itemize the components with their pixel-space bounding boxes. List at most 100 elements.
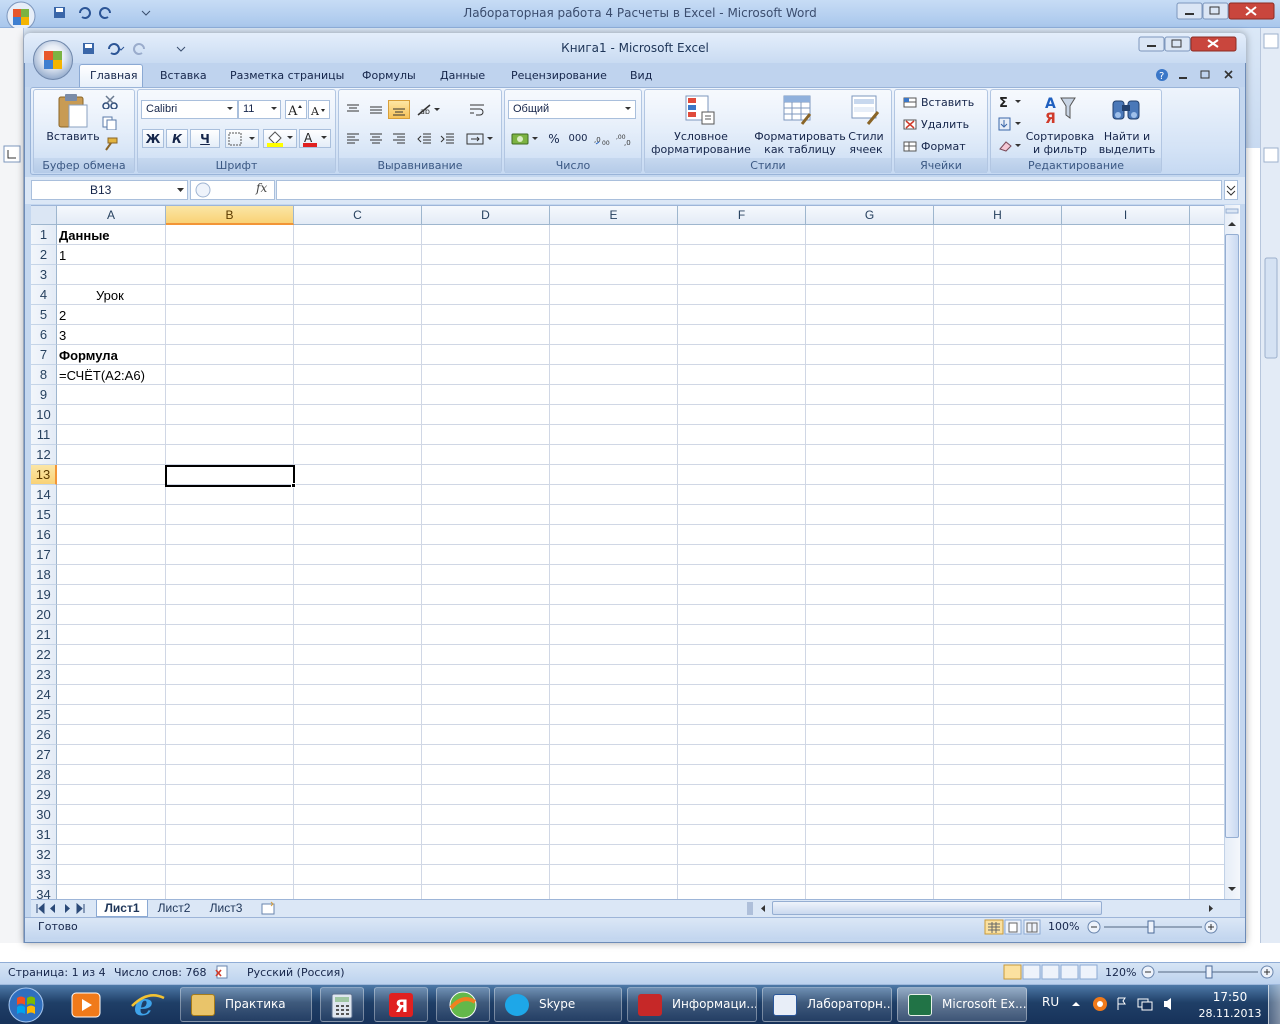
decrease-decimal-icon[interactable]: ,00,0 [615, 129, 635, 148]
italic-button[interactable]: К [166, 129, 188, 148]
align-bottom-icon[interactable] [388, 100, 410, 119]
borders-icon[interactable] [225, 129, 259, 148]
sheet-tab-1[interactable]: Лист1 [96, 900, 148, 917]
office-button[interactable] [33, 40, 73, 80]
currency-icon[interactable] [508, 129, 542, 148]
format-as-table-icon[interactable] [780, 93, 816, 127]
format-table-line2[interactable]: как таблицу [752, 143, 848, 156]
row-header-1[interactable]: 1 [31, 225, 57, 245]
vertical-scroll-thumb[interactable] [1225, 234, 1239, 838]
bold-button[interactable]: Ж [142, 129, 164, 148]
scroll-right-icon[interactable] [1204, 902, 1218, 915]
formula-input[interactable] [276, 180, 1222, 200]
tab-page-layout[interactable]: Разметка страницы [230, 69, 344, 82]
format-cells-icon[interactable] [902, 139, 918, 153]
conditional-formatting-icon[interactable] [682, 93, 718, 127]
column-header-E[interactable]: E [550, 206, 678, 225]
delete-cells-icon[interactable] [902, 117, 918, 131]
sort-filter-icon[interactable]: AЯ [1042, 93, 1078, 127]
tab-home[interactable]: Главная [90, 69, 138, 82]
row-header-19[interactable]: 19 [31, 585, 57, 605]
column-header-B[interactable]: B [166, 206, 294, 225]
font-name-chevron-down-icon[interactable] [226, 106, 234, 112]
active-cell-B13[interactable] [165, 465, 295, 487]
tab-formulas[interactable]: Формулы [362, 69, 416, 82]
fill-color-icon[interactable] [263, 129, 297, 148]
row-header-7[interactable]: 7 [31, 345, 57, 365]
autosum-icon[interactable]: Σ [997, 94, 1025, 110]
cell-styles-line1[interactable]: Стили [843, 130, 889, 143]
taskbar-item-skype[interactable]: Skype [494, 987, 622, 1022]
wrap-text-icon[interactable] [464, 100, 490, 119]
row-header-13[interactable]: 13 [31, 465, 57, 485]
internet-explorer-icon[interactable]: e [128, 988, 168, 1020]
worksheet-grid[interactable]: ABCDEFGHI 1 2 3 4 5 6 7 8 9 10 11 12 13 14 15 16 17 18 19 2… [31, 205, 1224, 899]
conditional-formatting-line2[interactable]: форматирование [648, 143, 754, 156]
tray-icons[interactable] [1068, 995, 1178, 1013]
orientation-icon[interactable]: ab [414, 100, 444, 119]
column-header-C[interactable]: C [294, 206, 422, 225]
zoom-level[interactable]: 100% [1048, 920, 1079, 933]
tab-review[interactable]: Рецензирование [511, 69, 607, 82]
paste-button[interactable] [52, 92, 92, 132]
format-cells-button[interactable]: Формат [921, 140, 966, 153]
name-box[interactable]: B13 [31, 180, 188, 200]
shrink-font-icon[interactable]: A [308, 100, 330, 119]
cell-A2[interactable]: 1 [59, 246, 66, 266]
row-header-22[interactable]: 22 [31, 645, 57, 665]
row-header-20[interactable]: 20 [31, 605, 57, 625]
row-header-31[interactable]: 31 [31, 825, 57, 845]
delete-cells-button[interactable]: Удалить [921, 118, 969, 131]
row-header-34[interactable]: 34 [31, 885, 57, 899]
row-header-27[interactable]: 27 [31, 745, 57, 765]
number-format-select[interactable]: Общий [508, 100, 636, 119]
clock-time[interactable]: 17:50 [1205, 990, 1255, 1004]
start-button[interactable] [6, 986, 46, 1024]
number-format-chevron-down-icon[interactable] [624, 106, 632, 112]
row-header-8[interactable]: 8 [31, 365, 57, 385]
calculator-icon[interactable] [320, 987, 364, 1022]
row-header-11[interactable]: 11 [31, 425, 57, 445]
insert-sheet-icon[interactable] [257, 901, 281, 916]
cell-A4[interactable]: Урок [96, 286, 124, 306]
view-buttons[interactable] [984, 919, 1042, 935]
clear-icon[interactable] [997, 138, 1025, 154]
name-box-chevron-down-icon[interactable] [176, 187, 185, 193]
tab-view[interactable]: Вид [630, 69, 652, 82]
select-all-corner[interactable] [31, 206, 57, 225]
row-header-9[interactable]: 9 [31, 385, 57, 405]
tab-insert[interactable]: Вставка [160, 69, 207, 82]
merge-center-icon[interactable] [464, 129, 496, 148]
horizontal-scroll-thumb[interactable] [772, 901, 1102, 915]
column-header-partial[interactable] [1190, 206, 1224, 225]
spelling-check-icon[interactable] [214, 964, 232, 980]
sheet-tab-3[interactable]: Лист3 [201, 900, 251, 917]
yandex-icon[interactable]: Я [374, 987, 428, 1022]
taskbar-item-excel[interactable]: Microsoft Ex... [897, 987, 1027, 1022]
row-header-33[interactable]: 33 [31, 865, 57, 885]
font-color-icon[interactable]: A [299, 129, 331, 148]
row-header-32[interactable]: 32 [31, 845, 57, 865]
percent-button[interactable]: % [544, 129, 564, 148]
taskbar-item-word[interactable]: Лабораторн... [762, 987, 892, 1022]
cell-A7[interactable]: Формула [59, 346, 118, 366]
tab-data[interactable]: Данные [440, 69, 485, 82]
row-header-12[interactable]: 12 [31, 445, 57, 465]
row-header-28[interactable]: 28 [31, 765, 57, 785]
row-header-6[interactable]: 6 [31, 325, 57, 345]
underline-button[interactable]: Ч [190, 129, 220, 148]
thousands-button[interactable]: 000 [566, 129, 590, 148]
row-header-30[interactable]: 30 [31, 805, 57, 825]
sheet-nav-arrows[interactable] [33, 902, 93, 915]
format-table-line1[interactable]: Форматировать [752, 130, 848, 143]
row-header-2[interactable]: 2 [31, 245, 57, 265]
word-view-buttons[interactable] [1003, 964, 1099, 980]
cell-styles-line2[interactable]: ячеек [843, 143, 889, 156]
row-header-23[interactable]: 23 [31, 665, 57, 685]
find-select-line1[interactable]: Найти и [1098, 130, 1156, 143]
align-top-icon[interactable] [342, 100, 364, 119]
expand-formula-bar-icon[interactable] [1224, 180, 1238, 200]
row-header-17[interactable]: 17 [31, 545, 57, 565]
word-zoom-level[interactable]: 120% [1105, 966, 1136, 979]
font-name-select[interactable]: Calibri [141, 100, 238, 119]
